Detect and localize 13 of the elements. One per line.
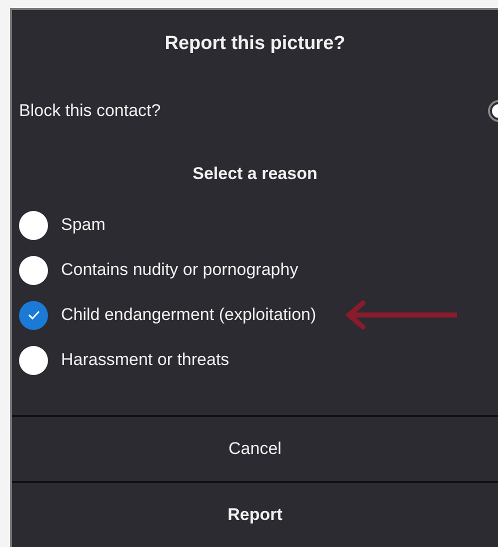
reason-label[interactable]: Harassment or threats bbox=[61, 347, 230, 373]
radio-button[interactable] bbox=[19, 210, 48, 240]
checkmark-icon bbox=[28, 310, 40, 320]
reason-label[interactable]: Child endangerment (exploitation) bbox=[61, 302, 316, 328]
block-contact-label: Block this contact? bbox=[19, 100, 161, 122]
dialog-title: Report this picture? bbox=[164, 32, 346, 56]
reason-label[interactable]: Spam bbox=[61, 212, 106, 238]
radio-button[interactable] bbox=[19, 300, 48, 330]
radio-button[interactable] bbox=[19, 256, 48, 284]
reason-label[interactable]: Contains nudity or pornography bbox=[61, 257, 298, 283]
arrow-icon bbox=[345, 300, 458, 330]
section-heading: Select a reason bbox=[192, 162, 318, 184]
radio-button[interactable] bbox=[19, 346, 48, 374]
